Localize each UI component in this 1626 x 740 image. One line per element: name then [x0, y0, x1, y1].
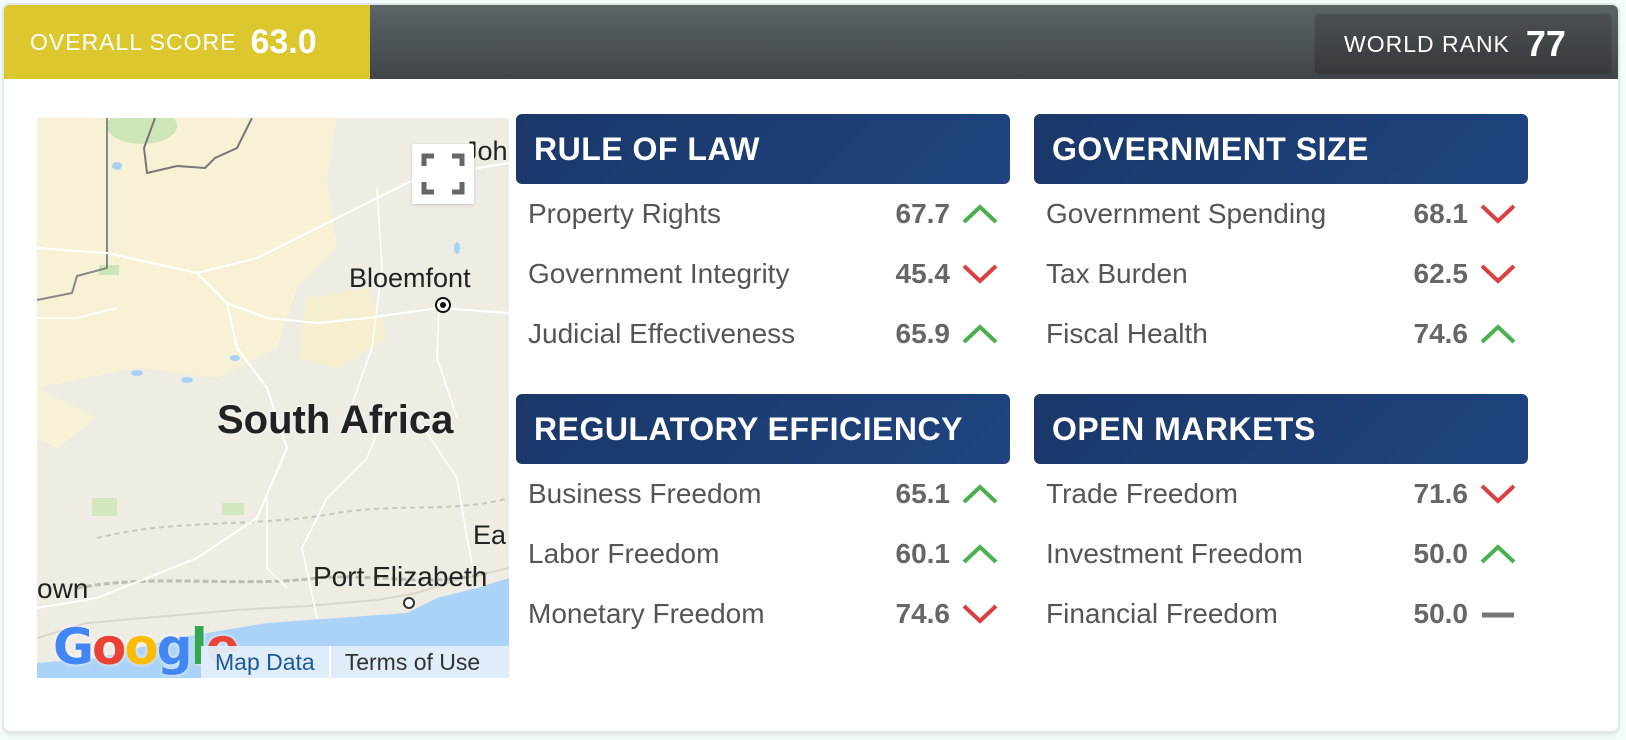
trend-up-icon: [1480, 542, 1516, 566]
indicator-label: Judicial Effectiveness: [528, 318, 796, 349]
indicator-row: Tax Burden 62.5: [1034, 244, 1528, 304]
trend-down-icon: [962, 602, 998, 626]
fullscreen-icon: [421, 153, 465, 195]
trend-up-icon: [962, 482, 998, 506]
indicator-label: Investment Freedom: [1046, 538, 1303, 569]
indicator-row: Investment Freedom 50.0: [1034, 524, 1528, 584]
indicator-value: 68.1: [1413, 198, 1469, 229]
indicator-label: Government Spending: [1046, 198, 1327, 229]
trend-down-icon: [1480, 262, 1516, 286]
trend-down-icon: [1480, 482, 1516, 506]
indicator-row: Fiscal Health 74.6: [1034, 304, 1528, 364]
world-rank-box: WORLD RANK 77: [1314, 13, 1612, 75]
indicator-label: Property Rights: [528, 198, 721, 229]
terms-of-use-link[interactable]: Terms of Use: [331, 646, 494, 678]
indicator-label: Monetary Freedom: [528, 598, 765, 629]
map-fullscreen-button[interactable]: [412, 144, 474, 204]
indicator-label: Government Integrity: [528, 258, 790, 289]
indicator-value: 50.0: [1413, 598, 1469, 629]
indicator-value: 67.7: [895, 198, 951, 229]
indicator-value: 65.9: [895, 318, 951, 349]
world-rank-value: 77: [1525, 23, 1566, 64]
panel-rule-of-law: RULE OF LAW Property Rights 67.7 Governme…: [516, 114, 1010, 364]
score-header-bar: Overall Score 63.0 WORLD RANK 77: [4, 5, 1618, 79]
indicator-row: Property Rights 67.7: [516, 184, 1010, 244]
map-city-label-port-elizabeth: Port Elizabeth: [313, 561, 488, 592]
indicator-label: Trade Freedom: [1046, 478, 1238, 509]
country-score-card: Overall Score 63.0 WORLD RANK 77: [4, 5, 1618, 731]
indicator-value: 50.0: [1413, 538, 1469, 569]
panel-header: OPEN MARKETS: [1034, 394, 1528, 464]
indicator-value: 74.6: [895, 598, 951, 629]
panel-regulatory-efficiency: REGULATORY EFFICIENCY Business Freedom 65…: [516, 394, 1010, 644]
google-logo-letter: G: [53, 618, 94, 676]
trend-up-icon: [962, 202, 998, 226]
indicator-row: Trade Freedom 71.6: [1034, 464, 1528, 524]
indicator-label: Financial Freedom: [1046, 598, 1278, 629]
trend-up-icon: [962, 322, 998, 346]
map-city-label-east-london: Ea: [473, 520, 507, 550]
google-logo-letter: o: [124, 618, 158, 676]
trend-down-icon: [962, 262, 998, 286]
indicator-label: Business Freedom: [528, 478, 762, 509]
trend-up-icon: [1480, 322, 1516, 346]
indicator-label: Fiscal Health: [1046, 318, 1208, 349]
world-rank-label: WORLD RANK: [1344, 30, 1510, 57]
map-city-label-cape-town: own: [37, 573, 89, 604]
indicator-value: 45.4: [895, 258, 951, 289]
indicator-row: Government Integrity 45.4: [516, 244, 1010, 304]
google-logo-letter: o: [92, 618, 126, 676]
indicator-row: Financial Freedom 50.0: [1034, 584, 1528, 644]
indicator-label: Tax Burden: [1046, 258, 1188, 289]
map-attribution-bar: Map Data Terms of Use: [201, 646, 509, 678]
google-logo-letter: g: [156, 618, 193, 676]
trend-down-icon: [1480, 202, 1516, 226]
trend-up-icon: [962, 542, 998, 566]
indicator-value: 74.6: [1413, 318, 1469, 349]
indicator-label: Labor Freedom: [528, 538, 720, 569]
indicator-value: 71.6: [1413, 478, 1469, 509]
panel-open-markets: OPEN MARKETS Trade Freedom 71.6 Investmen…: [1034, 394, 1528, 644]
overall-score-value: 63.0: [250, 22, 317, 61]
panel-header: RULE OF LAW: [516, 114, 1010, 184]
indicator-row: Business Freedom 65.1: [516, 464, 1010, 524]
panel-government-size: GOVERNMENT SIZE Government Spending 68.1 …: [1034, 114, 1528, 364]
indicator-row: Judicial Effectiveness 65.9: [516, 304, 1010, 364]
country-map[interactable]: Joh Bloemfont South Africa Ea Port Eliza…: [37, 118, 509, 678]
indicator-row: Government Spending 68.1: [1034, 184, 1528, 244]
indicator-row: Labor Freedom 60.1: [516, 524, 1010, 584]
map-city-label-bloemfontein: Bloemfont: [349, 263, 471, 293]
indicator-row: Monetary Freedom 74.6: [516, 584, 1010, 644]
overall-score-label: Overall Score: [30, 28, 237, 55]
overall-score-box: Overall Score 63.0: [4, 5, 370, 79]
map-country-label: South Africa: [217, 398, 454, 442]
map-data-link[interactable]: Map Data: [201, 646, 331, 678]
panel-header: REGULATORY EFFICIENCY: [516, 394, 1010, 464]
panel-header: GOVERNMENT SIZE: [1034, 114, 1528, 184]
indicator-value: 60.1: [895, 538, 951, 569]
indicator-value: 62.5: [1413, 258, 1469, 289]
trend-flat-icon: [1480, 602, 1516, 626]
indicator-value: 65.1: [895, 478, 951, 509]
